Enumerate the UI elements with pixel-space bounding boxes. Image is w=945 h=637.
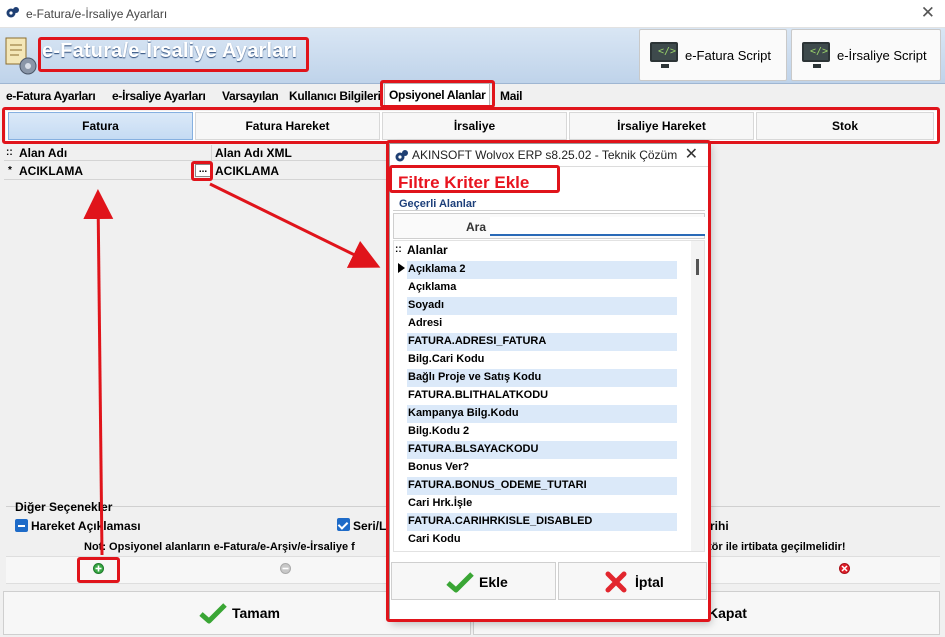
list-item[interactable]: Cari Hrk.İşle xyxy=(407,495,677,513)
sub-tabs: Fatura Fatura Hareket İrsaliye İrsaliye … xyxy=(6,111,938,141)
option-right-label: rihi xyxy=(710,519,729,533)
list-item[interactable]: FATURA.BLITHALATKODU xyxy=(407,387,677,405)
tab-efatura-ayarlari[interactable]: e-Fatura Ayarları xyxy=(6,89,96,103)
app-logo-icon xyxy=(395,150,408,162)
list-item[interactable]: FATURA.BONUS_ODEME_TUTARI xyxy=(407,477,677,495)
close-icon[interactable]: ✕ xyxy=(921,3,935,23)
list-item[interactable]: Soyadı xyxy=(407,297,677,315)
column-header-alan-adi-xml[interactable]: Alan Adı XML xyxy=(215,146,292,160)
list-item[interactable]: Bilg.Kodu 2 xyxy=(407,423,677,441)
list-item[interactable]: Bilg.Cari Kodu xyxy=(407,351,677,369)
checkmark-icon xyxy=(446,572,474,593)
add-label: Ekle xyxy=(479,574,508,590)
cancel-label: İptal xyxy=(635,574,664,590)
list-item[interactable]: Açıklama xyxy=(407,279,677,297)
hareket-aciklamasi-label: Hareket Açıklaması xyxy=(31,519,141,533)
table-row-alan-adi-xml[interactable]: ACIKLAMA xyxy=(215,164,279,178)
search-bar: Ara xyxy=(393,213,705,239)
dialog-close-icon[interactable]: ✕ xyxy=(685,144,698,164)
code-monitor-icon: </> xyxy=(650,42,678,68)
note-text: Not: Opsiyonel alanların e-Fatura/e-Arşi… xyxy=(84,541,355,553)
checkmark-icon xyxy=(199,603,227,624)
ok-label: Tamam xyxy=(232,605,280,621)
main-tabs: e-Fatura Ayarları e-İrsaliye Ayarları Va… xyxy=(0,83,945,106)
tab-stok[interactable]: Stok xyxy=(756,112,934,140)
add-button[interactable]: Ekle xyxy=(391,562,556,600)
seri-lot-checkbox[interactable] xyxy=(337,518,350,531)
eirsaliye-script-label: e-İrsaliye Script xyxy=(837,48,927,63)
tab-irsaliye-hareket[interactable]: İrsaliye Hareket xyxy=(569,112,754,140)
tab-varsayilan[interactable]: Varsayılan xyxy=(222,89,279,103)
section-title: Geçerli Alanlar xyxy=(399,198,477,210)
delete-icon[interactable] xyxy=(839,563,850,574)
tab-irsaliye[interactable]: İrsaliye xyxy=(382,112,567,140)
search-input[interactable] xyxy=(490,217,705,236)
add-icon[interactable] xyxy=(93,563,104,574)
grid-indicator-header: :: xyxy=(6,147,13,158)
close-label: Kapat xyxy=(708,605,747,621)
tab-opsiyonel-alanlar[interactable]: Opsiyonel Alanlar xyxy=(384,83,491,105)
tab-fatura[interactable]: Fatura xyxy=(8,112,193,140)
tab-fatura-hareket[interactable]: Fatura Hareket xyxy=(195,112,380,140)
window-title-bar: e-Fatura/e-İrsaliye Ayarları ✕ xyxy=(0,0,945,28)
hareket-aciklamasi-checkbox[interactable] xyxy=(15,519,28,532)
efatura-script-button[interactable]: </> e-Fatura Script xyxy=(639,29,787,81)
row-marker: * xyxy=(8,165,12,176)
dialog-heading: Filtre Kriter Ekle xyxy=(398,173,530,192)
list-scrollbar[interactable] xyxy=(691,241,704,551)
options-title: Diğer Seçenekler xyxy=(15,500,113,514)
list-item[interactable]: FATURA.ADRESI_FATURA xyxy=(407,333,677,351)
efatura-script-label: e-Fatura Script xyxy=(685,48,771,63)
list-item[interactable]: Cari Kodu xyxy=(407,531,677,549)
code-monitor-icon: </> xyxy=(802,42,830,68)
list-header: Alanlar xyxy=(407,243,448,257)
page-title: e-Fatura/e-İrsaliye Ayarları xyxy=(42,40,298,62)
window-title: e-Fatura/e-İrsaliye Ayarları xyxy=(26,7,168,21)
list-item[interactable]: FATURA.CARIHRKISLE_DISABLED xyxy=(407,513,677,531)
dialog-title: AKINSOFT Wolvox ERP s8.25.02 - Teknik Çö… xyxy=(412,148,678,162)
table-row-alan-adi[interactable]: ACIKLAMA xyxy=(19,164,83,178)
tab-kullanici-bilgileri[interactable]: Kullanıcı Bilgileri xyxy=(289,89,381,103)
fields-list: :: Alanlar Açıklama 2 Açıklama Soyadı Adres… xyxy=(393,240,705,552)
note-text-right: tör ile irtibata geçilmelidir! xyxy=(708,541,846,553)
tab-eirsaliye-ayarlari[interactable]: e-İrsaliye Ayarları xyxy=(112,89,206,103)
list-item[interactable]: FATURA.BLSAYACKODU xyxy=(407,441,677,459)
seri-lot-label: Seri/L xyxy=(353,519,387,533)
remove-icon[interactable] xyxy=(280,563,291,574)
search-label: Ara xyxy=(466,220,487,234)
list-item[interactable]: Açıklama 2 xyxy=(407,261,677,279)
tab-mail[interactable]: Mail xyxy=(500,89,522,103)
column-header-alan-adi[interactable]: Alan Adı xyxy=(19,146,67,160)
eirsaliye-script-button[interactable]: </> e-İrsaliye Script xyxy=(791,29,941,81)
ellipsis-button[interactable]: ... xyxy=(195,164,211,177)
document-settings-icon xyxy=(5,37,37,75)
list-item[interactable]: Bonus Ver? xyxy=(407,459,677,477)
app-logo-icon xyxy=(6,7,19,18)
row-pointer-icon xyxy=(398,263,405,273)
filter-criteria-dialog: AKINSOFT Wolvox ERP s8.25.02 - Teknik Çö… xyxy=(389,143,709,621)
cancel-button[interactable]: İptal xyxy=(558,562,707,600)
list-item[interactable]: Adresi xyxy=(407,315,677,333)
cancel-x-icon xyxy=(605,571,627,593)
list-item[interactable]: Bağlı Proje ve Satış Kodu xyxy=(407,369,677,387)
list-item[interactable]: Kampanya Bilg.Kodu xyxy=(407,405,677,423)
